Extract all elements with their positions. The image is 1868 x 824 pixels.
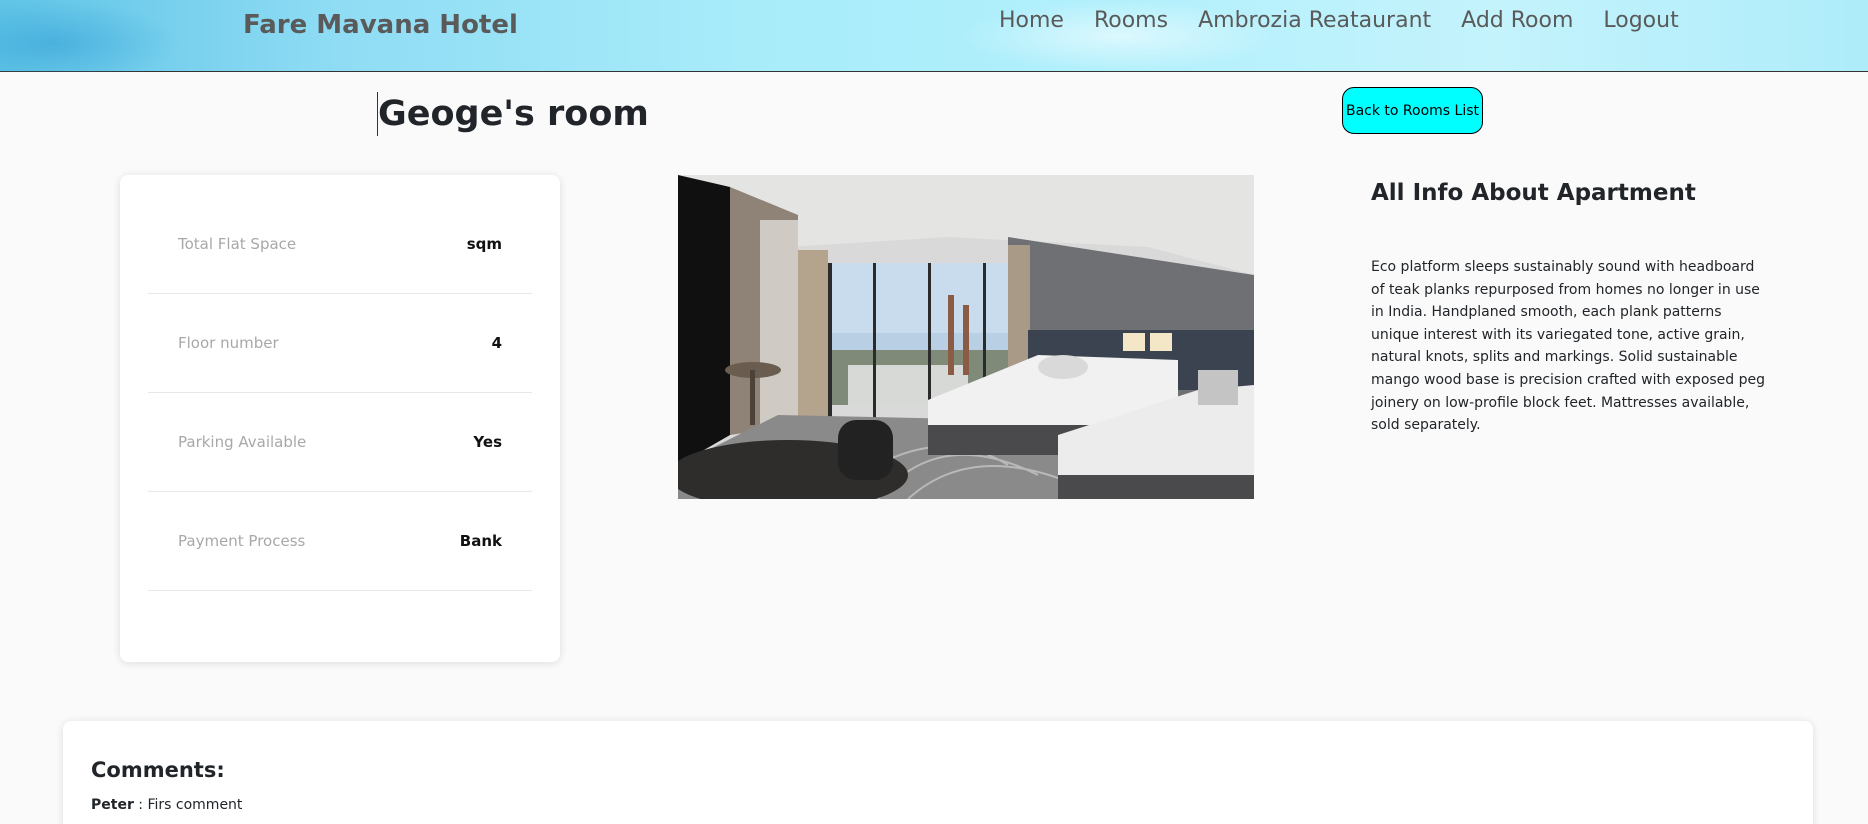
detail-label: Total Flat Space xyxy=(178,235,297,253)
nav-link-add-room[interactable]: Add Room xyxy=(1461,8,1573,33)
comment-text: Firs comment xyxy=(147,797,243,813)
comments-title: Comments: xyxy=(91,758,225,782)
nav-link-logout[interactable]: Logout xyxy=(1603,8,1678,33)
detail-label: Payment Process xyxy=(178,532,306,550)
comment-separator: : xyxy=(133,797,148,813)
comments-section: Comments: Peter : Firs comment xyxy=(63,721,1813,824)
detail-label: Floor number xyxy=(178,334,279,352)
detail-row-parking: Parking Available Yes xyxy=(148,393,532,492)
page-title: Geoge's room xyxy=(377,92,649,136)
room-details-card: Total Flat Space sqm Floor number 4 Park… xyxy=(120,175,560,662)
description-title: All Info About Apartment xyxy=(1371,180,1696,206)
nav-link-home[interactable]: Home xyxy=(999,8,1064,33)
nav-link-rooms[interactable]: Rooms xyxy=(1094,8,1168,33)
detail-value: 4 xyxy=(491,334,502,352)
detail-row-floor-number: Floor number 4 xyxy=(148,294,532,393)
detail-label: Parking Available xyxy=(178,433,307,451)
back-to-rooms-button[interactable]: Back to Rooms List xyxy=(1342,87,1483,134)
room-photo xyxy=(678,175,1254,499)
header-background-texture xyxy=(0,0,180,72)
detail-value: Yes xyxy=(473,433,502,451)
detail-value: Bank xyxy=(459,532,502,550)
nav-link-restaurant[interactable]: Ambrozia Reataurant xyxy=(1198,8,1431,33)
detail-row-flat-space: Total Flat Space sqm xyxy=(148,195,532,294)
room-photo-illustration xyxy=(678,175,1254,499)
detail-row-payment: Payment Process Bank xyxy=(148,492,532,591)
top-navbar: Fare Mavana Hotel Home Rooms Ambrozia Re… xyxy=(0,0,1868,72)
main-nav: Home Rooms Ambrozia Reataurant Add Room … xyxy=(999,8,1709,33)
detail-value: sqm xyxy=(466,235,502,253)
comment-item: Peter : Firs comment xyxy=(91,797,242,813)
description-text: Eco platform sleeps sustainably sound wi… xyxy=(1371,259,1766,434)
brand-logo-text[interactable]: Fare Mavana Hotel xyxy=(243,10,518,40)
comment-author: Peter xyxy=(91,797,134,813)
